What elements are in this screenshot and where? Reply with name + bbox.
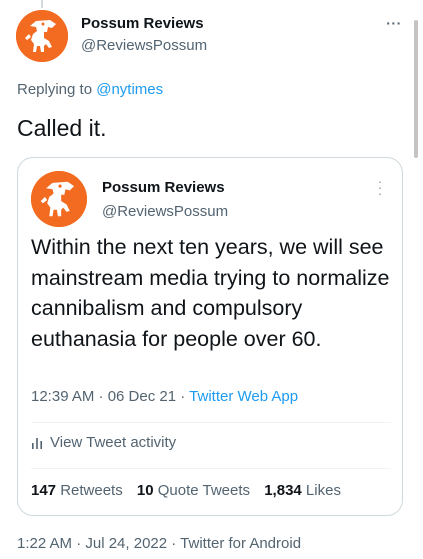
retweets-count: 147 bbox=[31, 482, 57, 499]
bar-chart-icon bbox=[32, 437, 42, 449]
more-options-button[interactable]: ··· bbox=[384, 13, 404, 33]
tweet-stats: 147 Retweets 10 Quote Tweets 1,834 Likes bbox=[31, 482, 351, 499]
possum-logo-icon bbox=[31, 171, 87, 227]
quoted-avatar[interactable] bbox=[31, 171, 87, 227]
possum-logo-icon bbox=[16, 10, 68, 62]
likes-stat[interactable]: 1,834 Likes bbox=[264, 482, 341, 499]
quoted-tweet-card[interactable]: Possum Reviews @ReviewsPossum · · · Within… bbox=[17, 157, 403, 516]
quoted-author-name[interactable]: Possum Reviews bbox=[102, 179, 225, 196]
likes-label: Likes bbox=[301, 482, 341, 499]
tweet-timestamp[interactable]: 1:22 AM · Jul 24, 2022 · Twitter for And… bbox=[17, 535, 301, 552]
more-vertical-icon: · · · bbox=[377, 173, 383, 201]
quoted-tweet-text: Within the next ten years, we will see m… bbox=[31, 235, 390, 351]
author-name[interactable]: Possum Reviews bbox=[81, 15, 204, 32]
retweets-stat[interactable]: 147 Retweets bbox=[31, 482, 123, 499]
likes-count: 1,834 bbox=[264, 482, 302, 499]
quote-tweets-count: 10 bbox=[136, 482, 154, 499]
avatar[interactable] bbox=[16, 10, 68, 62]
divider bbox=[31, 468, 391, 469]
quoted-author-handle[interactable]: @ReviewsPossum bbox=[102, 203, 228, 220]
quoted-tweet-meta: 12:39 AM · 06 Dec 21 · Twitter Web App bbox=[31, 388, 298, 405]
view-tweet-activity-label: View Tweet activity bbox=[50, 434, 177, 451]
replying-to-line: Replying to @nytimes bbox=[17, 81, 163, 98]
scrollbar[interactable] bbox=[414, 20, 418, 158]
view-tweet-activity-link[interactable]: View Tweet activity bbox=[31, 434, 176, 451]
quoted-more-options-button[interactable]: · · · bbox=[372, 174, 388, 200]
author-handle[interactable]: @ReviewsPossum bbox=[81, 37, 207, 54]
quote-tweets-label: Quote Tweets bbox=[153, 482, 251, 499]
tweet-text: Called it. bbox=[17, 115, 107, 141]
retweets-label: Retweets bbox=[56, 482, 123, 499]
divider bbox=[31, 422, 391, 423]
quoted-tweet-source-link[interactable]: Twitter Web App bbox=[189, 388, 298, 405]
replying-to-mention-link[interactable]: @nytimes bbox=[96, 81, 163, 98]
more-horizontal-icon: ··· bbox=[386, 15, 402, 31]
thread-connector-line bbox=[41, 0, 43, 8]
replying-to-prefix: Replying to bbox=[17, 81, 97, 98]
quote-tweets-stat[interactable]: 10 Quote Tweets bbox=[137, 482, 250, 499]
quoted-tweet-time[interactable]: 12:39 AM · 06 Dec 21 · bbox=[31, 388, 189, 405]
